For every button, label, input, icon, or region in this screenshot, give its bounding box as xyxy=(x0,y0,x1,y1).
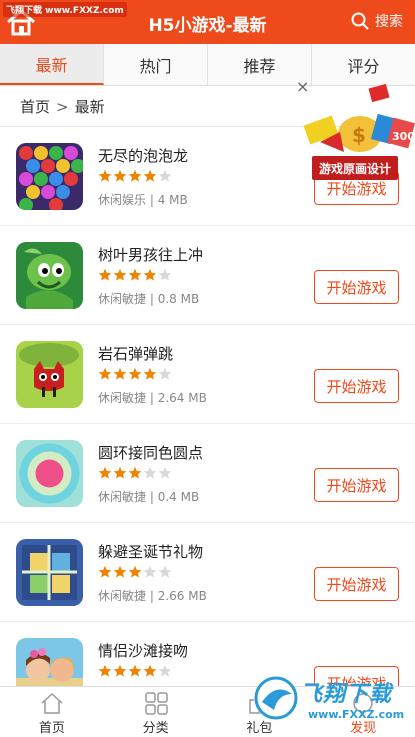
bubble-dragon-icon[interactable] xyxy=(16,143,83,210)
game-name[interactable]: 树叶男孩往上冲 xyxy=(98,244,203,265)
game-name[interactable]: 情侣沙滩接吻 xyxy=(98,640,188,661)
game-name[interactable]: 无尽的泡泡龙 xyxy=(98,145,188,166)
game-category: 休闲敏捷 xyxy=(98,589,147,603)
nav-label: 分类 xyxy=(142,721,169,736)
star-filled-icon xyxy=(128,367,142,380)
star-filled-icon xyxy=(113,466,127,479)
star-filled-icon xyxy=(143,169,157,182)
star-filled-icon xyxy=(143,664,157,677)
star-filled-icon xyxy=(113,664,127,677)
star-filled-icon xyxy=(128,565,142,578)
rating-stars xyxy=(98,664,173,678)
rating-stars xyxy=(98,268,173,282)
nav-category[interactable]: 分类 xyxy=(104,687,208,737)
game-name[interactable]: 躲避圣诞节礼物 xyxy=(98,541,203,562)
christmas-gift-icon[interactable] xyxy=(16,539,83,606)
star-filled-icon xyxy=(128,268,142,281)
game-meta: 休闲敏捷 | 2.64 MB xyxy=(98,391,207,405)
game-name[interactable]: 圆环接同色圆点 xyxy=(98,442,203,463)
star-filled-icon xyxy=(113,565,127,578)
nav-label: 首页 xyxy=(38,721,65,736)
star-filled-icon xyxy=(113,268,127,281)
star-empty-icon xyxy=(158,367,172,380)
star-filled-icon xyxy=(98,169,112,182)
game-size: 2.66 MB xyxy=(157,589,207,603)
list-item: 树叶男孩往上冲 休闲敏捷 | 0.8 MB 开始游戏 xyxy=(0,226,415,325)
start-game-button[interactable]: 开始游戏 xyxy=(314,468,399,502)
star-filled-icon xyxy=(113,367,127,380)
star-filled-icon xyxy=(113,169,127,182)
star-filled-icon xyxy=(128,664,142,677)
game-category: 休闲敏捷 xyxy=(98,292,147,306)
game-size: 2.64 MB xyxy=(157,391,207,405)
tab-rating[interactable]: 评分 xyxy=(312,44,415,85)
nav-home[interactable]: 首页 xyxy=(0,687,104,737)
ad-label[interactable]: 游戏原画设计 xyxy=(312,156,398,180)
start-game-button[interactable]: 开始游戏 xyxy=(314,270,399,304)
rating-stars xyxy=(98,466,173,480)
start-game-button[interactable]: 开始游戏 xyxy=(314,369,399,403)
breadcrumb: 首页 > 最新 xyxy=(20,96,105,117)
rating-stars xyxy=(98,565,173,579)
star-empty-icon xyxy=(158,664,172,677)
breadcrumb-current: 最新 xyxy=(74,98,105,116)
watermark-logo: 飞翔下载 www.FXXZ.com xyxy=(248,668,413,734)
start-game-button[interactable]: 开始游戏 xyxy=(314,567,399,601)
breadcrumb-home[interactable]: 首页 xyxy=(20,98,50,116)
search-button[interactable]: 搜索 xyxy=(351,11,403,31)
star-filled-icon xyxy=(98,367,112,380)
game-meta: 休闲敏捷 | 2.66 MB xyxy=(98,589,207,603)
leaf-boy-icon[interactable] xyxy=(16,242,83,309)
app-header: 飞翔下载 www.FXXZ.com H5小游戏-最新 搜索 xyxy=(0,0,415,44)
game-name[interactable]: 岩石弹弹跳 xyxy=(98,343,173,364)
search-label: 搜索 xyxy=(375,14,403,30)
watermark-brand: 飞翔下载 xyxy=(300,682,393,707)
game-category: 休闲娱乐 xyxy=(98,193,147,207)
star-filled-icon xyxy=(128,169,142,182)
game-meta: 休闲敏捷 | 0.4 MB xyxy=(98,490,200,504)
watermark-url: www.FXXZ.com xyxy=(308,708,405,721)
list-item: 圆环接同色圆点 休闲敏捷 | 0.4 MB 开始游戏 xyxy=(0,424,415,523)
rating-stars xyxy=(98,169,173,183)
game-size: 0.4 MB xyxy=(157,490,200,504)
star-empty-icon xyxy=(143,565,157,578)
star-empty-icon xyxy=(158,268,172,281)
star-filled-icon xyxy=(128,466,142,479)
rock-bounce-icon[interactable] xyxy=(16,341,83,408)
game-category: 休闲敏捷 xyxy=(98,490,147,504)
ring-dots-icon[interactable] xyxy=(16,440,83,507)
svg-text:300: 300 xyxy=(392,130,415,143)
list-item: 岩石弹弹跳 休闲敏捷 | 2.64 MB 开始游戏 xyxy=(0,325,415,424)
list-item: 躲避圣诞节礼物 休闲敏捷 | 2.66 MB 开始游戏 xyxy=(0,523,415,622)
star-filled-icon xyxy=(98,466,112,479)
game-category: 休闲敏捷 xyxy=(98,391,147,405)
rating-stars xyxy=(98,367,173,381)
game-meta: 休闲娱乐 | 4 MB xyxy=(98,193,188,207)
home-icon xyxy=(41,692,63,714)
tab-bar: 最新 热门 推荐 评分 xyxy=(0,44,415,86)
search-icon xyxy=(351,12,369,30)
star-filled-icon xyxy=(143,268,157,281)
tab-hot[interactable]: 热门 xyxy=(104,44,208,85)
star-empty-icon xyxy=(158,466,172,479)
star-empty-icon xyxy=(158,169,172,182)
grid-icon xyxy=(144,692,168,715)
tab-latest[interactable]: 最新 xyxy=(0,44,104,85)
svg-text:$: $ xyxy=(352,123,366,147)
star-filled-icon xyxy=(143,367,157,380)
game-list: 无尽的泡泡龙 休闲娱乐 | 4 MB 开始游戏 树叶男孩往上冲 休闲敏捷 | 0… xyxy=(0,127,415,721)
breadcrumb-separator: > xyxy=(56,98,69,116)
game-size: 0.8 MB xyxy=(157,292,200,306)
game-size: 4 MB xyxy=(157,193,188,207)
star-filled-icon xyxy=(98,268,112,281)
game-meta: 休闲敏捷 | 0.8 MB xyxy=(98,292,200,306)
star-filled-icon xyxy=(98,565,112,578)
star-empty-icon xyxy=(143,466,157,479)
star-empty-icon xyxy=(158,565,172,578)
star-filled-icon xyxy=(98,664,112,677)
